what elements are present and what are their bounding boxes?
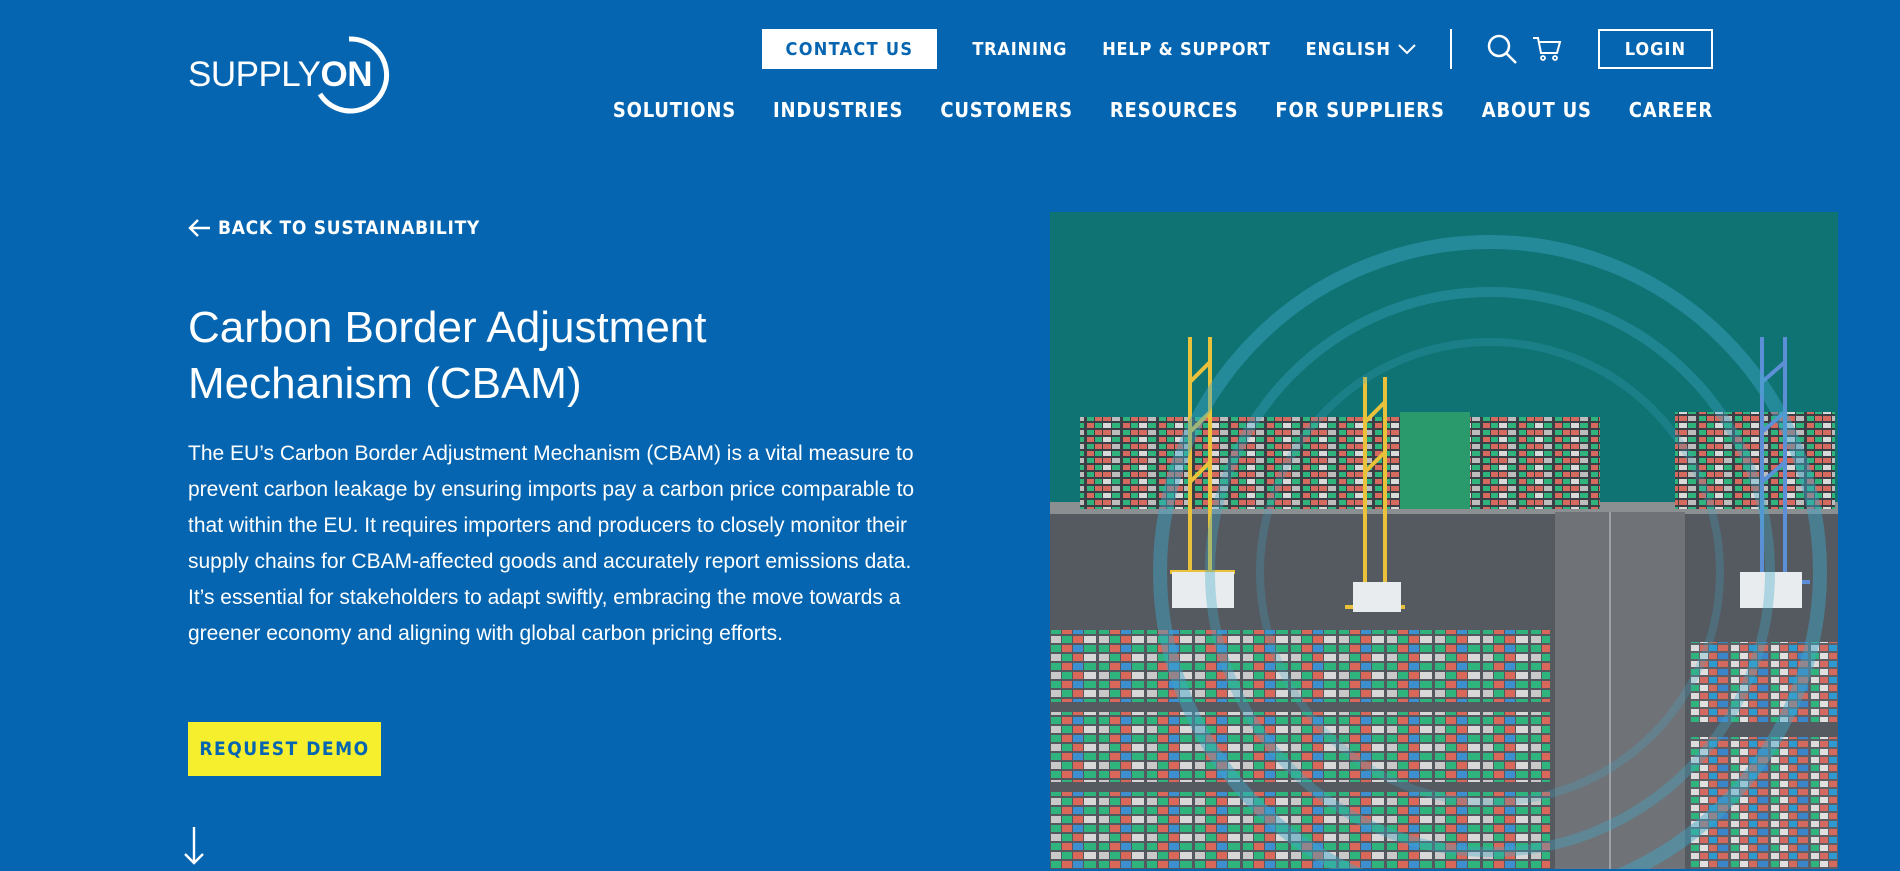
arrow-left-icon	[188, 219, 210, 237]
main-nav: SOLUTIONS INDUSTRIES CUSTOMERS RESOURCES…	[576, 98, 1713, 122]
topbar-divider	[1449, 29, 1452, 69]
request-demo-button[interactable]: REQUEST DEMO	[188, 722, 381, 776]
chevron-down-icon	[1397, 39, 1416, 60]
language-label: ENGLISH	[1305, 38, 1391, 60]
login-button[interactable]: LOGIN	[1597, 29, 1713, 69]
help-support-link[interactable]: HELP & SUPPORT	[1102, 39, 1270, 60]
search-icon[interactable]	[1486, 33, 1518, 65]
contact-us-button[interactable]: CONTACT US	[761, 29, 938, 69]
back-to-sustainability-link[interactable]: BACK TO SUSTAINABILITY	[188, 217, 480, 239]
nav-item-customers[interactable]: CUSTOMERS	[940, 98, 1073, 122]
hero-image-container-port	[1050, 212, 1838, 869]
language-selector[interactable]: ENGLISH	[1306, 39, 1416, 60]
arrow-down-icon[interactable]	[183, 826, 205, 871]
page-title: Carbon Border Adjustment Mechanism (CBAM…	[188, 303, 707, 408]
supplyon-logo[interactable]: SUPPLYON	[188, 34, 390, 116]
nav-item-industries[interactable]: INDUSTRIES	[773, 98, 903, 122]
training-link[interactable]: TRAINING	[972, 39, 1067, 60]
nav-item-solutions[interactable]: SOLUTIONS	[613, 98, 736, 122]
logo-text-light: SUPPLY	[188, 55, 321, 94]
cart-icon[interactable]	[1532, 36, 1562, 62]
nav-item-resources[interactable]: RESOURCES	[1110, 98, 1239, 122]
utility-bar: CONTACT US TRAINING HELP & SUPPORT ENGLI…	[761, 29, 1713, 69]
nav-item-career[interactable]: CAREER	[1629, 98, 1713, 122]
intro-paragraph: The EU’s Carbon Border Adjustment Mechan…	[188, 442, 915, 645]
logo-text-bold: ON	[320, 55, 373, 94]
nav-item-for-suppliers[interactable]: FOR SUPPLIERS	[1275, 98, 1444, 122]
back-link-label: BACK TO SUSTAINABILITY	[218, 217, 481, 239]
nav-item-about-us[interactable]: ABOUT US	[1482, 98, 1592, 122]
